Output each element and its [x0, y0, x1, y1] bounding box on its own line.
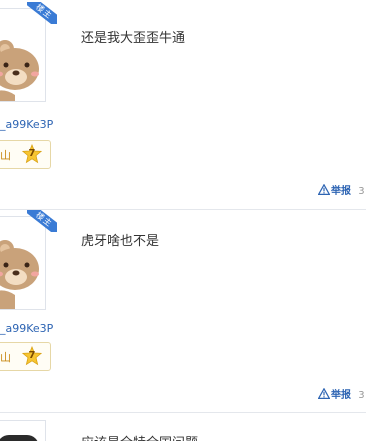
- owner-badge-label: 楼主: [27, 2, 57, 24]
- report-label: 举报: [331, 186, 351, 197]
- username-link[interactable]: _a99Ke3P: [0, 322, 53, 335]
- more-action[interactable]: 3: [358, 390, 364, 401]
- owner-badge: 楼主: [27, 210, 57, 232]
- report-button[interactable]: 举报: [318, 388, 354, 401]
- post-content: 虎牙啥也不是: [81, 234, 160, 249]
- owner-badge: 楼主: [27, 2, 57, 24]
- post-item: 应该是全特全国问题: [0, 414, 366, 441]
- post-divider: [0, 412, 366, 413]
- level-number: 7: [28, 148, 36, 159]
- author-info: 楼主 _a99Ke3P 山 7: [0, 210, 64, 410]
- level-badge[interactable]: 山 7: [0, 342, 51, 371]
- post-actions: 举报 3: [318, 182, 366, 197]
- avatar-image: [0, 435, 39, 441]
- avatar[interactable]: [0, 420, 46, 441]
- post-item: 楼主 _a99Ke3P 山 7 还是我大歪歪牛通 举报 3: [0, 0, 366, 208]
- post-content: 还是我大歪歪牛通: [81, 31, 186, 46]
- post-list: 楼主 _a99Ke3P 山 7 还是我大歪歪牛通 举报 3 楼主 _a99Ke3…: [0, 0, 366, 441]
- level-number: 7: [28, 350, 36, 361]
- level-name: 山: [0, 149, 11, 162]
- post-item: 楼主 _a99Ke3P 山 7 虎牙啥也不是 举报 3: [0, 210, 366, 410]
- report-label: 举报: [331, 390, 351, 401]
- more-action[interactable]: 3: [358, 186, 364, 197]
- warning-triangle-icon: [318, 184, 330, 195]
- star-badge-icon: 7: [22, 144, 42, 164]
- level-name: 山: [0, 351, 11, 364]
- report-button[interactable]: 举报: [318, 184, 354, 197]
- post-content: 应该是全特全国问题: [81, 432, 198, 441]
- author-info: 楼主 _a99Ke3P 山 7: [0, 0, 64, 208]
- level-badge[interactable]: 山 7: [0, 140, 51, 169]
- owner-badge-label: 楼主: [27, 210, 57, 232]
- warning-triangle-icon: [318, 388, 330, 399]
- star-badge-icon: 7: [22, 346, 42, 366]
- username-link[interactable]: _a99Ke3P: [0, 118, 53, 131]
- post-actions: 举报 3: [318, 386, 366, 401]
